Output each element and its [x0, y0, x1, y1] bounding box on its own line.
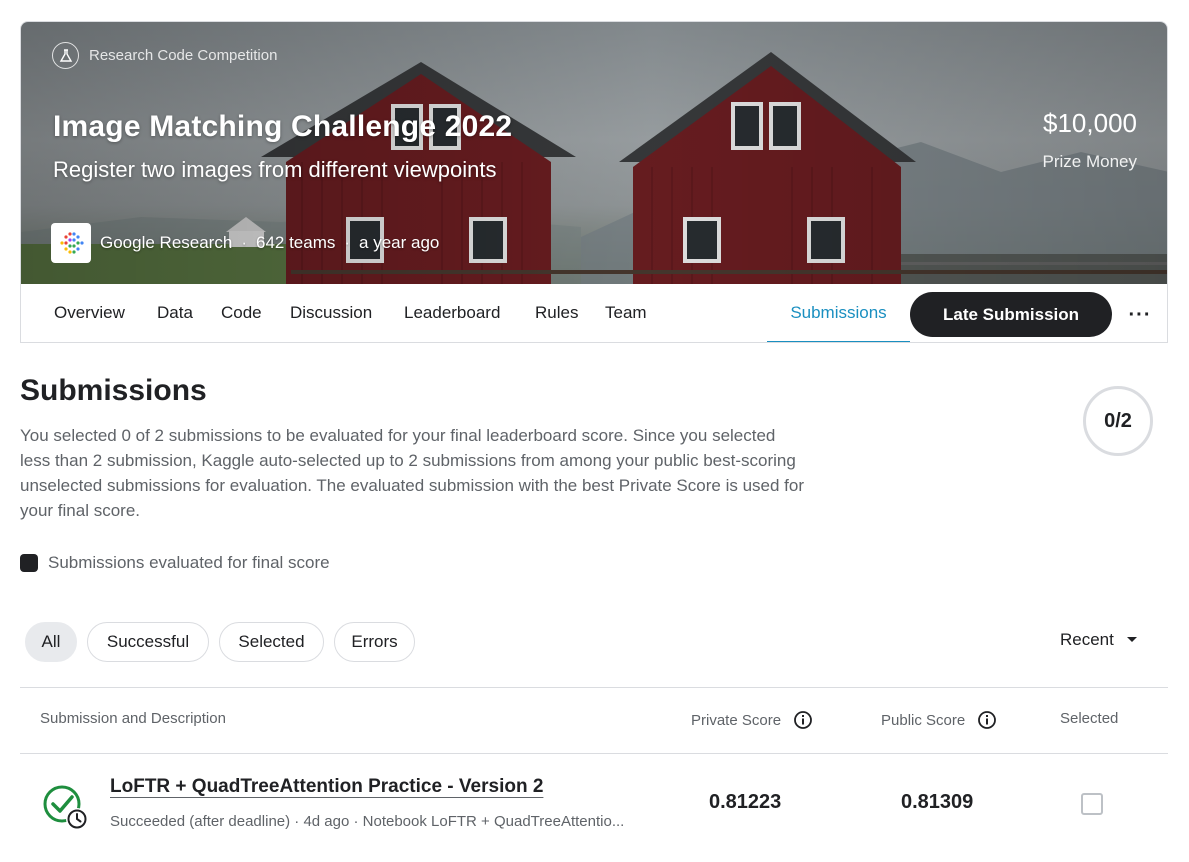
- info-icon[interactable]: [793, 710, 813, 730]
- late-submission-button[interactable]: Late Submission: [910, 292, 1112, 337]
- table-header-divider: [20, 753, 1168, 754]
- competition-title: Image Matching Challenge 2022: [53, 110, 513, 143]
- competition-header-card: Research Code Competition Image Matching…: [20, 21, 1168, 343]
- competition-nav: Overview Data Code Discussion Leaderboar…: [21, 284, 1167, 342]
- header-public-score: Public Score: [881, 710, 997, 730]
- tab-overview[interactable]: Overview: [54, 284, 125, 342]
- sort-dropdown[interactable]: Recent: [1060, 630, 1138, 650]
- hero-banner: Research Code Competition Image Matching…: [21, 22, 1167, 284]
- prize-amount: $10,000: [1043, 108, 1137, 138]
- tab-data[interactable]: Data: [157, 284, 193, 342]
- submissions-description: You selected 0 of 2 submissions to be ev…: [20, 426, 804, 520]
- tab-discussion[interactable]: Discussion: [290, 284, 372, 342]
- competition-type: Research Code Competition: [52, 42, 277, 69]
- caret-down-icon: [1126, 637, 1137, 642]
- flask-icon: [52, 42, 79, 69]
- legend-swatch-icon: [20, 554, 38, 572]
- competition-subtitle: Register two images from different viewp…: [53, 157, 497, 182]
- selection-counter: 0/2: [1083, 386, 1153, 456]
- header-selected: Selected: [1060, 710, 1119, 727]
- filter-errors[interactable]: Errors: [334, 622, 415, 662]
- info-icon[interactable]: [977, 710, 997, 730]
- tab-submissions[interactable]: Submissions: [767, 284, 910, 342]
- select-submission-checkbox[interactable]: [1081, 793, 1103, 815]
- competition-type-label: Research Code Competition: [89, 47, 278, 64]
- host-name[interactable]: Google Research: [100, 233, 232, 253]
- filter-selected[interactable]: Selected: [219, 622, 324, 662]
- public-score: 0.81309: [901, 791, 974, 813]
- legend-label: Submissions evaluated for final score: [48, 553, 330, 572]
- tab-team[interactable]: Team: [605, 284, 647, 342]
- filter-all[interactable]: All: [25, 622, 77, 662]
- filter-successful[interactable]: Successful: [87, 622, 209, 662]
- table-top-divider: [20, 687, 1168, 688]
- sort-label: Recent: [1060, 630, 1114, 649]
- competition-meta: Google Research · 642 teams · a year ago: [51, 223, 439, 263]
- tab-rules[interactable]: Rules: [535, 284, 578, 342]
- page-title: Submissions: [20, 374, 207, 407]
- host-logo-icon[interactable]: [51, 223, 91, 263]
- prize-label: Prize Money: [1042, 152, 1137, 171]
- success-late-icon: [43, 785, 88, 830]
- team-count: 642 teams: [255, 233, 336, 252]
- tab-code[interactable]: Code: [221, 284, 262, 342]
- competition-age: a year ago: [359, 233, 440, 252]
- more-options-icon[interactable]: ···: [1125, 300, 1155, 330]
- submission-meta: Succeeded (after deadline) · 4d ago · No…: [110, 813, 625, 830]
- tab-leaderboard[interactable]: Leaderboard: [404, 284, 500, 342]
- header-private-score: Private Score: [691, 710, 813, 730]
- header-submission: Submission and Description: [40, 710, 226, 727]
- legend: Submissions evaluated for final score: [20, 553, 330, 573]
- private-score: 0.81223: [709, 791, 782, 813]
- submission-title-link[interactable]: LoFTR + QuadTreeAttention Practice - Ver…: [110, 776, 543, 798]
